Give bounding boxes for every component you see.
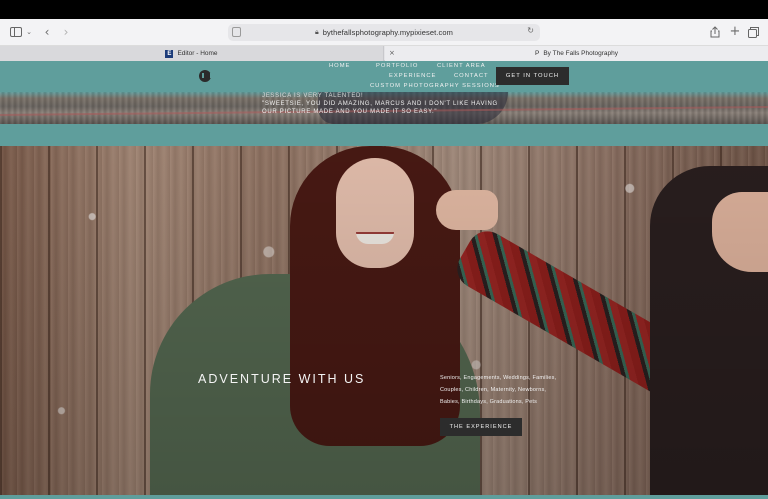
tab-title: By The Falls Photography: [543, 50, 618, 57]
lock-icon: 🔒︎: [315, 28, 319, 36]
site-navigation: HOME PORTFOLIO CLIENT AREA EXPERIENCE CO…: [0, 61, 768, 92]
tab-bar: E Editor - Home × P By The Falls Photogr…: [0, 46, 768, 61]
tab-by-the-falls[interactable]: × P By The Falls Photography: [385, 46, 768, 61]
top-black-bar: [0, 0, 768, 19]
hero-desc-line: Babies, Birthdays, Graduations, Pets: [440, 399, 538, 405]
pixieset-favicon: P: [534, 50, 540, 57]
tabs-icon[interactable]: [747, 25, 759, 39]
hero-shade: [0, 146, 768, 499]
reload-icon[interactable]: ↻: [527, 26, 534, 35]
nav-experience[interactable]: EXPERIENCE: [389, 73, 436, 79]
browser-toolbar: ⌄ ‹ › 🔒︎ bythefallsphotography.mypixiese…: [0, 19, 768, 46]
nav-custom-sessions[interactable]: CUSTOM PHOTOGRAPHY SESSIONS: [370, 83, 500, 89]
site-logo[interactable]: [199, 70, 212, 82]
page-icon: [232, 27, 241, 37]
nav-contact[interactable]: CONTACT: [454, 73, 489, 79]
hero-description: Seniors, Engagements, Weddings, Families…: [440, 372, 590, 408]
the-experience-button[interactable]: THE EXPERIENCE: [440, 418, 522, 436]
testimonial-line: OUR PICTURE MADE AND YOU MADE IT SO EASY…: [262, 109, 438, 115]
editor-favicon: E: [165, 49, 174, 58]
hero-desc-line: Seniors, Engagements, Weddings, Families…: [440, 375, 557, 381]
forward-icon[interactable]: ›: [61, 25, 71, 39]
hero-desc-line: Couples, Children, Maternity, Newborns,: [440, 387, 547, 393]
back-icon[interactable]: ‹: [42, 25, 52, 39]
url-text: bythefallsphotography.mypixieset.com: [322, 28, 453, 37]
share-icon[interactable]: [709, 25, 721, 39]
testimonial-line: JESSICA IS VERY TALENTED!: [262, 93, 364, 99]
nav-home[interactable]: HOME: [329, 63, 350, 69]
address-bar[interactable]: 🔒︎ bythefallsphotography.mypixieset.com …: [228, 24, 540, 41]
testimonial: JESSICA IS VERY TALENTED! "SWEETSIE, YOU…: [262, 92, 522, 116]
get-in-touch-button[interactable]: GET IN TOUCH: [496, 67, 569, 85]
hero-image: [0, 146, 768, 499]
accent-band: [0, 124, 768, 146]
plus-icon[interactable]: +: [729, 25, 741, 39]
bottom-accent: [0, 495, 768, 499]
sidebar-icon[interactable]: [10, 25, 22, 39]
hero-title: ADVENTURE WITH US: [198, 372, 366, 386]
close-icon[interactable]: ×: [389, 49, 395, 57]
nav-portfolio[interactable]: PORTFOLIO: [376, 63, 418, 69]
tab-title: Editor - Home: [177, 50, 218, 57]
nav-client-area[interactable]: CLIENT AREA: [437, 63, 486, 69]
testimonial-line: "SWEETSIE, YOU DID AMAZING, MARCUS AND I…: [262, 101, 498, 107]
tab-editor-home[interactable]: E Editor - Home: [0, 46, 384, 61]
chevron-down-icon[interactable]: ⌄: [25, 25, 33, 39]
